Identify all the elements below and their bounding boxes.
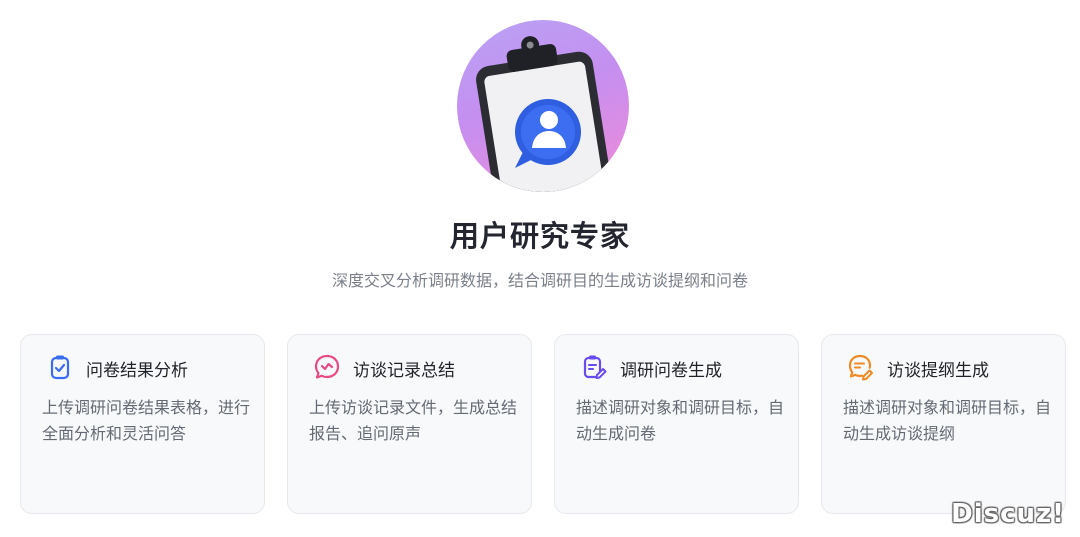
card-title: 问卷结果分析: [86, 361, 188, 381]
interview-summary-card[interactable]: 访谈记录总结 上传访谈记录文件，生成总结报告、追问原声: [287, 334, 532, 514]
assistant-landing: 用户研究专家 深度交叉分析调研数据，结合调研目的生成访谈提纲和问卷 问卷结果分析…: [0, 0, 1080, 537]
card-description: 上传访谈记录文件，生成总结报告、追问原声: [309, 398, 518, 443]
survey-analysis-card[interactable]: 问卷结果分析 上传调研问卷结果表格，进行全面分析和灵活问答: [20, 334, 265, 514]
questionnaire-edit-icon: [583, 355, 607, 379]
card-title: 访谈提纲生成: [887, 361, 989, 381]
survey-analysis-icon: [50, 355, 70, 380]
assistant-avatar: [457, 20, 629, 192]
clipboard-user-icon: [476, 36, 613, 192]
page-title: 用户研究专家: [449, 219, 630, 253]
card-title: 访谈记录总结: [353, 361, 455, 381]
card-title: 调研问卷生成: [620, 361, 722, 381]
questionnaire-generate-card[interactable]: 调研问卷生成 描述调研对象和调研目标，自动生成问卷: [554, 334, 799, 514]
card-description: 描述调研对象和调研目标，自动生成问卷: [576, 398, 785, 443]
outline-edit-icon: [848, 354, 873, 381]
page-subtitle: 深度交叉分析调研数据，结合调研目的生成访谈提纲和问卷: [331, 271, 748, 290]
chat-bubble-icon: [314, 354, 340, 379]
card-description: 描述调研对象和调研目标，自动生成访谈提纲: [843, 398, 1052, 443]
card-description: 上传调研问卷结果表格，进行全面分析和灵活问答: [42, 398, 251, 443]
watermark-logo: Discuz!: [951, 499, 1065, 529]
interview-outline-card[interactable]: 访谈提纲生成 描述调研对象和调研目标，自动生成访谈提纲: [821, 334, 1066, 514]
